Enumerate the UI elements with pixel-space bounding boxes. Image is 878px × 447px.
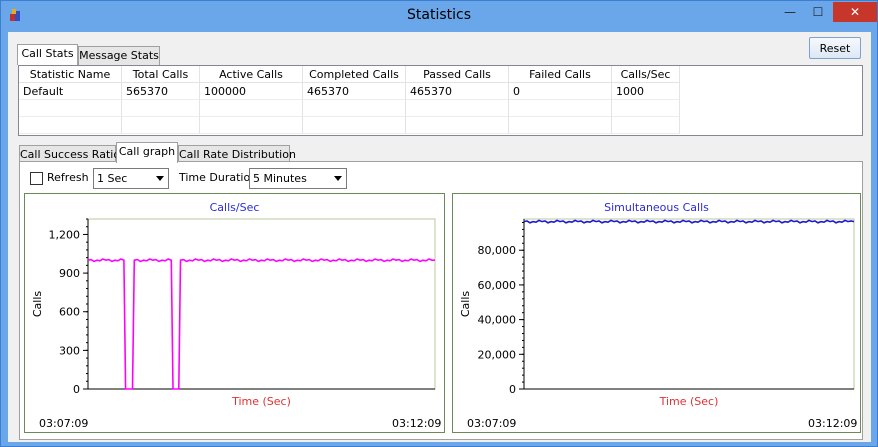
empty-cell [122,100,200,117]
series-line [87,258,435,390]
empty-cell [612,117,680,134]
window-title: Statistics [407,7,471,23]
refresh-label[interactable]: Refresh [47,171,89,184]
empty-cell [509,100,612,117]
calls-sec-plot: Calls/Sec 0 300 600 900 1,200 Calls Time (Sec) [31,201,436,408]
chevron-down-icon [156,176,164,181]
col-failed-calls[interactable]: Failed Calls [509,66,612,83]
chart-title: Calls/Sec [210,201,260,214]
y-tick-label: 40,000 [478,314,517,327]
x-start-time: 03:07:09 [467,417,517,430]
call-graph-panel: Refresh 1 Sec Time Duration 5 Minutes Ca… [19,161,863,440]
stats-table: Statistic Name Total Calls Active Calls … [18,65,863,136]
empty-cell [19,100,122,117]
table-row-empty [19,100,862,117]
time-duration-select[interactable]: 5 Minutes [249,168,347,189]
col-passed-calls[interactable]: Passed Calls [406,66,509,83]
y-tick-label: 20,000 [478,348,517,361]
cell-active-calls: 100000 [200,83,303,100]
minimize-button[interactable]: — [777,2,803,22]
col-statistic-name[interactable]: Statistic Name [19,66,122,83]
tab-message-stats[interactable]: Message Stats [78,46,160,65]
col-completed-calls[interactable]: Completed Calls [303,66,406,83]
empty-cell [200,100,303,117]
cell-passed-calls: 465370 [406,83,509,100]
col-total-calls[interactable]: Total Calls [122,66,200,83]
statistics-window: Statistics — ☐ ✕ Reset Call Stats Messag… [0,0,878,447]
cell-calls-sec: 1000 [612,83,680,100]
close-button[interactable]: ✕ [833,2,877,22]
refresh-interval-select[interactable]: 1 Sec [93,168,169,189]
y-tick-label: 0 [509,383,516,396]
empty-cell [303,100,406,117]
empty-cell [509,117,612,134]
time-duration-value: 5 Minutes [253,172,307,185]
cell-failed-calls: 0 [509,83,612,100]
y-tick-label: 60,000 [478,279,517,292]
series-line [523,219,855,224]
plot-area [87,218,436,390]
empty-cell [122,117,200,134]
tab-call-graph[interactable]: Call graph [116,142,178,163]
chevron-down-icon [334,176,342,181]
empty-cell [19,117,122,134]
cell-completed-calls: 465370 [303,83,406,100]
simultaneous-calls-chart: Simultaneous Calls 0 20,000 40,000 60,000 80,… [452,193,861,433]
table-row[interactable]: Default 565370 100000 465370 465370 0 10… [19,83,862,100]
empty-cell [612,100,680,117]
refresh-checkbox[interactable] [30,172,43,185]
chart-title: Simultaneous Calls [604,201,709,214]
plot-area [523,218,855,390]
cell-statistic-name: Default [19,83,122,100]
y-tick-label: 600 [59,306,80,319]
empty-cell [406,117,509,134]
y-tick-label: 300 [59,344,80,357]
x-axis-label: Time (Sec) [659,395,719,408]
tab-call-stats[interactable]: Call Stats [17,44,78,65]
simultaneous-calls-plot: Simultaneous Calls 0 20,000 40,000 60,000 80,… [459,201,855,408]
table-row-empty [19,117,862,134]
y-tick-label: 1,200 [49,228,81,241]
y-axis-label: Calls [31,291,44,318]
cell-total-calls: 565370 [122,83,200,100]
col-active-calls[interactable]: Active Calls [200,66,303,83]
empty-cell [200,117,303,134]
maximize-button[interactable]: ☐ [805,2,831,22]
client-area: Reset Call Stats Message Stats Statistic… [8,32,871,442]
x-axis-label: Time (Sec) [231,395,291,408]
time-duration-label: Time Duration [179,171,258,184]
empty-cell [303,117,406,134]
x-start-time: 03:07:09 [39,417,89,430]
calls-sec-chart: Calls/Sec 0 300 600 900 1,200 Calls Time (Sec) … [24,193,445,433]
col-calls-sec[interactable]: Calls/Sec [612,66,680,83]
title-bar[interactable]: Statistics — ☐ ✕ [1,1,877,32]
refresh-interval-value: 1 Sec [97,172,128,185]
y-tick-label: 80,000 [478,244,517,257]
reset-button[interactable]: Reset [809,37,861,59]
empty-cell [406,100,509,117]
y-axis-label: Calls [459,291,472,318]
y-tick-label: 0 [73,383,80,396]
table-header: Statistic Name Total Calls Active Calls … [19,66,862,83]
x-end-time: 03:12:09 [808,417,858,430]
y-tick-label: 900 [59,267,80,280]
x-end-time: 03:12:09 [392,417,442,430]
